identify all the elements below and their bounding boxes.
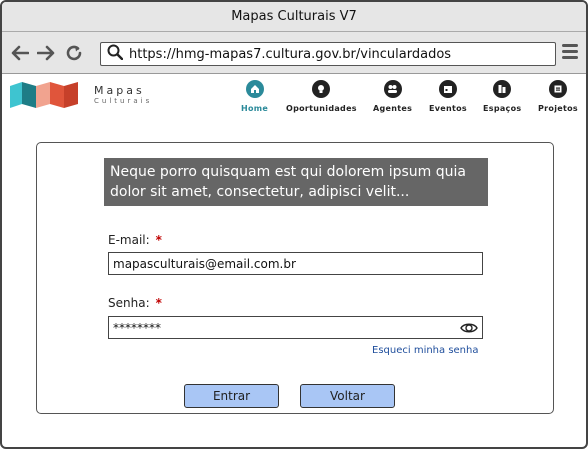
hamburger-menu-icon[interactable] [562, 44, 580, 62]
password-field[interactable]: ******** [108, 316, 483, 339]
password-label: Senha: * [108, 296, 162, 310]
window-title: Mapas Culturais V7 [231, 9, 357, 24]
browser-window: Mapas Culturais V7 https://hmg-mapas7.cu… [0, 0, 588, 449]
brand-subtitle: Culturais [94, 97, 153, 105]
eye-icon[interactable] [460, 321, 478, 338]
nav-label-agentes: Agentes [373, 104, 413, 113]
building-icon [493, 80, 512, 98]
calendar-icon [438, 80, 457, 98]
nav-item-agentes[interactable]: Agentes [373, 80, 412, 113]
site-header: Mapas Culturais Home Oportunidades Agent… [2, 74, 586, 118]
nav-label-home: Home [241, 104, 269, 113]
arrow-right-icon[interactable] [36, 43, 56, 63]
login-card: Neque porro quisquam est qui dolorem ips… [36, 142, 554, 414]
brand-title: Mapas [94, 84, 145, 97]
required-mark: * [155, 296, 162, 310]
back-button[interactable]: Voltar [300, 384, 395, 408]
reload-icon[interactable] [64, 43, 84, 63]
password-label-text: Senha: [108, 296, 150, 310]
email-field[interactable]: mapasculturais@email.com.br [108, 252, 483, 275]
password-value: ******** [113, 320, 161, 335]
nav-item-home[interactable]: Home [241, 80, 268, 113]
submit-button[interactable]: Entrar [184, 384, 279, 408]
info-banner: Neque porro quisquam est qui dolorem ips… [104, 158, 488, 206]
arrow-left-icon[interactable] [10, 43, 30, 63]
url-text: https://hmg-mapas7.cultura.gov.br/vincul… [129, 46, 452, 62]
browser-toolbar: https://hmg-mapas7.cultura.gov.br/vincul… [2, 32, 586, 74]
nav-label-eventos: Eventos [429, 104, 467, 113]
email-label: E-mail: * [108, 233, 162, 247]
required-mark: * [155, 233, 162, 247]
address-bar[interactable]: https://hmg-mapas7.cultura.gov.br/vincul… [100, 42, 556, 66]
mapas-logo[interactable] [10, 82, 80, 112]
nav-item-projetos[interactable]: Projetos [538, 80, 578, 113]
folder-icon [548, 80, 567, 98]
lightbulb-icon [312, 80, 331, 98]
nav-item-eventos[interactable]: Eventos [429, 80, 467, 113]
forgot-password-link[interactable]: Esqueci minha senha [372, 345, 479, 356]
people-icon [383, 80, 402, 98]
home-icon [245, 80, 264, 98]
nav-label-oportunidades: Oportunidades [286, 104, 357, 113]
nav-label-espacos: Espaços [483, 104, 522, 113]
nav-item-espacos[interactable]: Espaços [483, 80, 521, 113]
window-titlebar: Mapas Culturais V7 [2, 2, 586, 32]
search-icon [107, 44, 124, 64]
nav-item-oportunidades[interactable]: Oportunidades [286, 80, 357, 113]
email-value: mapasculturais@email.com.br [113, 256, 296, 271]
nav-label-projetos: Projetos [538, 104, 578, 113]
email-label-text: E-mail: [108, 233, 150, 247]
